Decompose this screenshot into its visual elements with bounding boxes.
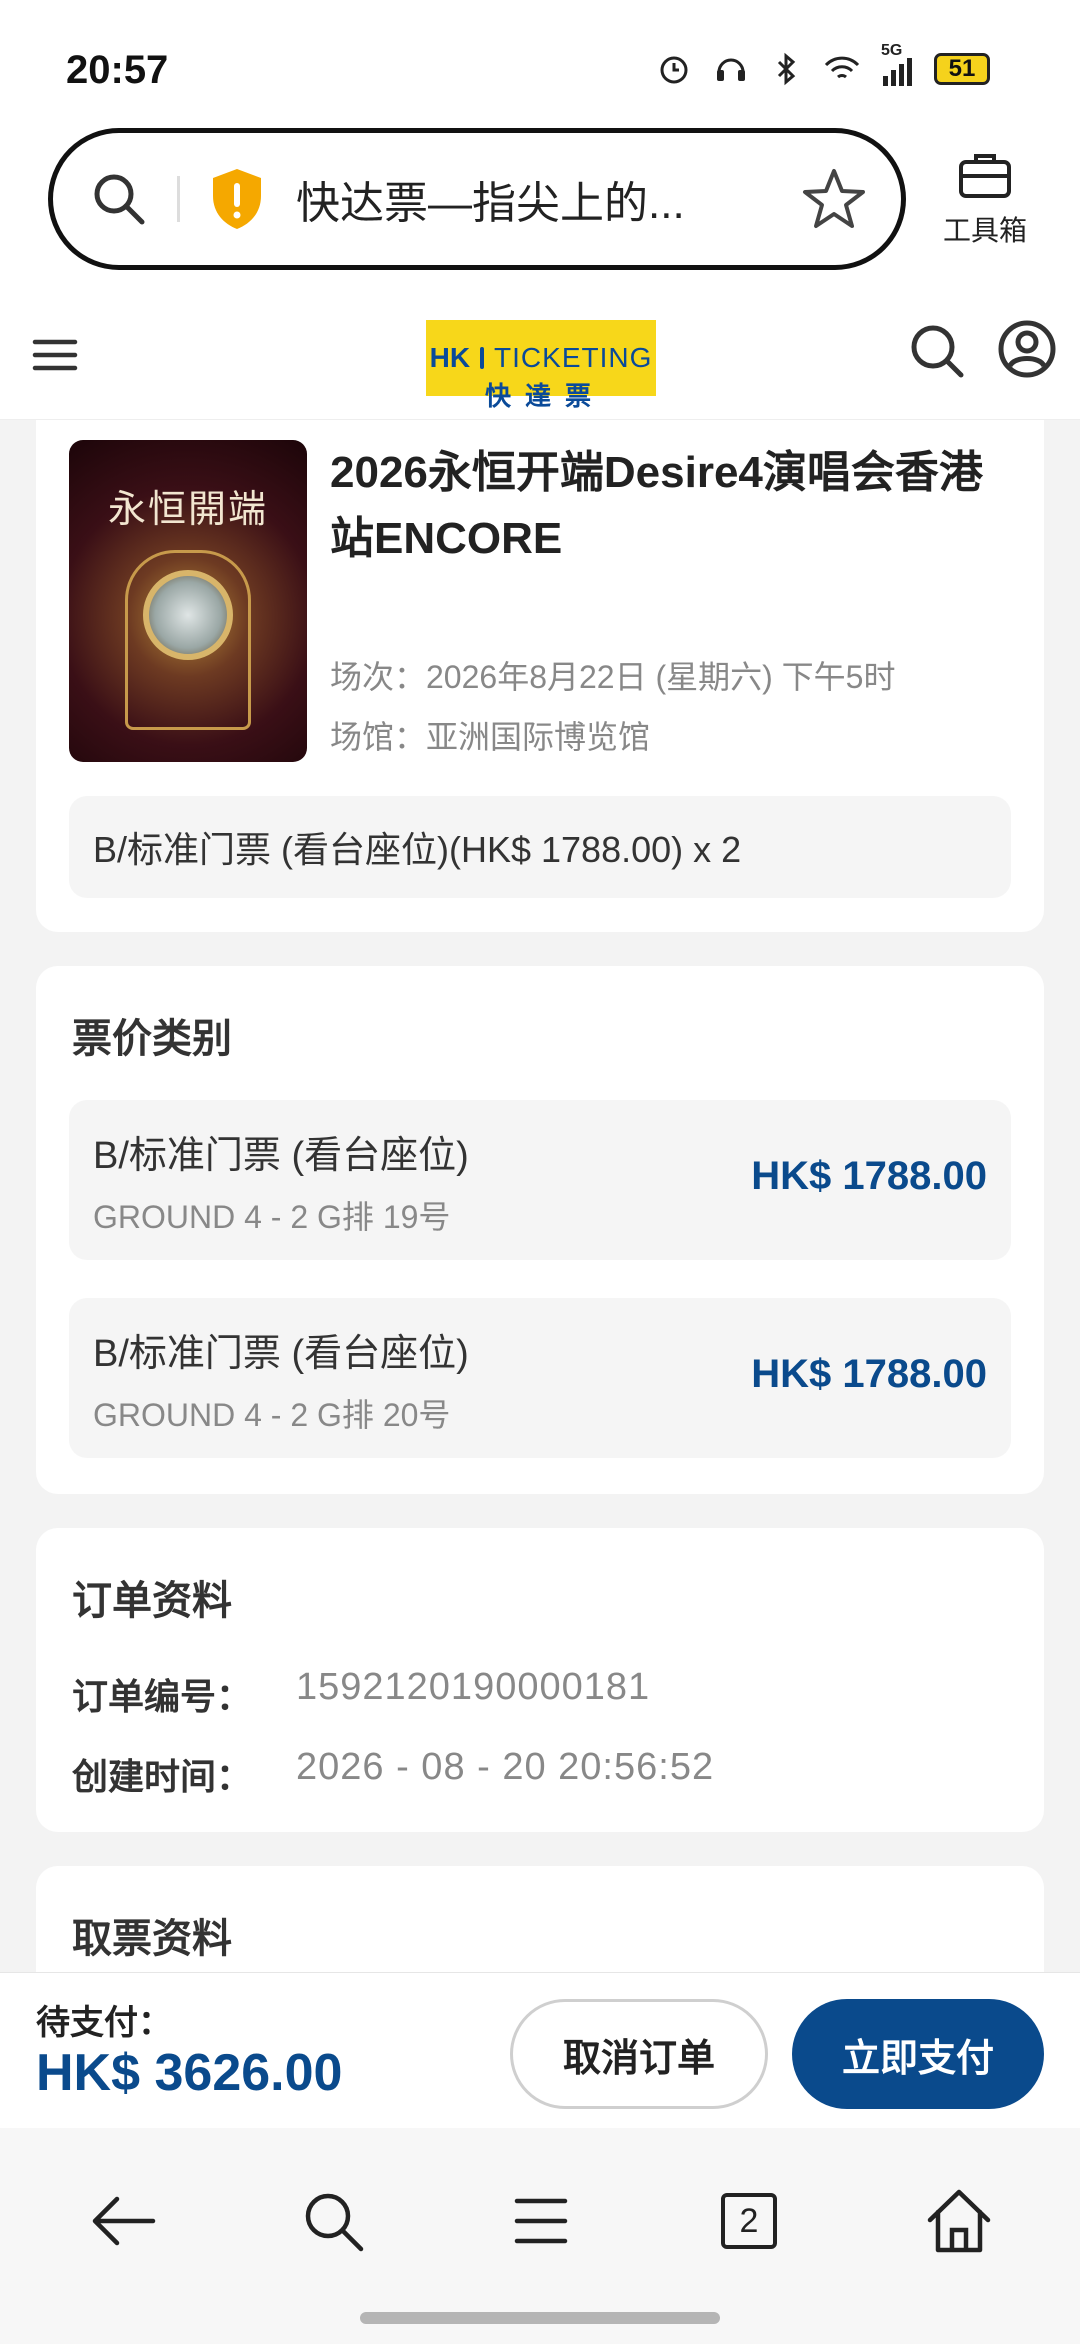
alarm-icon bbox=[660, 56, 688, 84]
search-button[interactable] bbox=[288, 2176, 378, 2266]
logo-ticketing: TICKETING bbox=[494, 342, 653, 373]
search-icon[interactable] bbox=[906, 320, 968, 382]
status-icons: 5G 51 bbox=[657, 42, 990, 86]
home-icon bbox=[927, 2189, 991, 2253]
payment-bar: 待支付： HK$ 3626.00 取消订单 立即支付 bbox=[0, 1972, 1080, 2128]
menu-icon[interactable] bbox=[30, 330, 80, 380]
event-session: 场次：2026年8月22日 (星期六) 下午5时 bbox=[330, 659, 896, 695]
price-item-name: B/标准门票 (看台座位) bbox=[93, 1333, 469, 1375]
tabs-icon: 2 bbox=[721, 2193, 777, 2249]
page-title[interactable]: 快达票—指尖上的... bbox=[296, 167, 801, 231]
menu-icon bbox=[514, 2198, 568, 2244]
back-icon bbox=[92, 2196, 156, 2246]
ticket-summary: B/标准门票 (看台座位)(HK$ 1788.00) x 2 bbox=[69, 796, 1011, 898]
wifi-icon bbox=[824, 56, 860, 79]
status-bar: 20:57 5G 51 bbox=[0, 0, 1080, 120]
order-section-title: 订单资料 bbox=[72, 1579, 232, 1623]
tabs-button[interactable]: 2 bbox=[704, 2176, 794, 2266]
event-venue: 场馆：亚洲国际博览馆 bbox=[330, 719, 651, 755]
pay-now-button[interactable]: 立即支付 bbox=[792, 1999, 1044, 2109]
price-section: 票价类别 B/标准门票 (看台座位) GROUND 4 - 2 G排 19号 H… bbox=[36, 966, 1044, 1494]
event-card: 永恒開端 2026永恒开端Desire4演唱会香港站ENCORE 场次：2026… bbox=[36, 420, 1044, 932]
event-poster[interactable]: 永恒開端 bbox=[69, 440, 307, 762]
price-item-amount: HK$ 1788.00 bbox=[751, 1352, 987, 1396]
order-section: 订单资料 订单编号： 1592120190000181 创建时间： 2026 -… bbox=[36, 1528, 1044, 1832]
search-icon[interactable] bbox=[87, 167, 151, 231]
site-header: HK TICKETING 快達票 bbox=[0, 290, 1080, 420]
logo-separator bbox=[480, 347, 485, 369]
toolbox-label: 工具箱 bbox=[942, 215, 1027, 246]
created-time: 2026 - 08 - 20 20:56:52 bbox=[296, 1746, 715, 1788]
price-item: B/标准门票 (看台座位) GROUND 4 - 2 G排 20号 HK$ 17… bbox=[69, 1298, 1011, 1458]
address-bar[interactable]: 快达票—指尖上的... bbox=[48, 128, 906, 270]
price-item-amount: HK$ 1788.00 bbox=[751, 1154, 987, 1198]
toolbox-icon bbox=[959, 154, 1011, 198]
bluetooth-icon bbox=[777, 52, 796, 86]
signal-icon: 5G bbox=[881, 42, 912, 86]
cancel-order-button[interactable]: 取消订单 bbox=[510, 1999, 768, 2109]
home-indicator[interactable] bbox=[360, 2312, 720, 2324]
amount-due: HK$ 3626.00 bbox=[36, 2044, 343, 2102]
star-icon[interactable] bbox=[801, 166, 867, 232]
price-section-title: 票价类别 bbox=[72, 1017, 232, 1061]
logo-chinese: 快達票 bbox=[484, 381, 605, 411]
headset-icon bbox=[717, 58, 745, 81]
event-title: 2026永恒开端Desire4演唱会香港站ENCORE bbox=[330, 448, 983, 563]
logo-hk: HK bbox=[429, 342, 471, 373]
home-button[interactable] bbox=[914, 2176, 1004, 2266]
url-divider bbox=[177, 176, 180, 222]
battery-icon: 51 bbox=[934, 53, 990, 85]
order-number: 1592120190000181 bbox=[296, 1666, 651, 1708]
price-item-name: B/标准门票 (看台座位) bbox=[93, 1135, 469, 1177]
price-item-seat: GROUND 4 - 2 G排 20号 bbox=[93, 1397, 451, 1433]
browser-toolbar: 快达票—指尖上的... 工具箱 bbox=[0, 120, 1080, 290]
account-icon[interactable] bbox=[996, 318, 1058, 380]
order-number-label: 订单编号： bbox=[72, 1676, 253, 1717]
shield-warning-icon[interactable] bbox=[208, 166, 266, 232]
price-item: B/标准门票 (看台座位) GROUND 4 - 2 G排 19号 HK$ 17… bbox=[69, 1100, 1011, 1260]
created-time-label: 创建时间： bbox=[72, 1756, 253, 1797]
network-type: 5G bbox=[881, 42, 903, 59]
poster-title: 永恒開端 bbox=[107, 487, 268, 531]
price-item-seat: GROUND 4 - 2 G排 19号 bbox=[93, 1199, 451, 1235]
pickup-section-title: 取票资料 bbox=[72, 1917, 232, 1961]
poster-train-light bbox=[143, 570, 233, 660]
status-time: 20:57 bbox=[66, 48, 169, 92]
amount-due-label: 待支付： bbox=[36, 2004, 172, 2042]
search-icon bbox=[305, 2193, 364, 2252]
back-button[interactable] bbox=[78, 2176, 168, 2266]
menu-button[interactable] bbox=[496, 2176, 586, 2266]
toolbox-button[interactable]: 工具箱 bbox=[930, 150, 1040, 249]
